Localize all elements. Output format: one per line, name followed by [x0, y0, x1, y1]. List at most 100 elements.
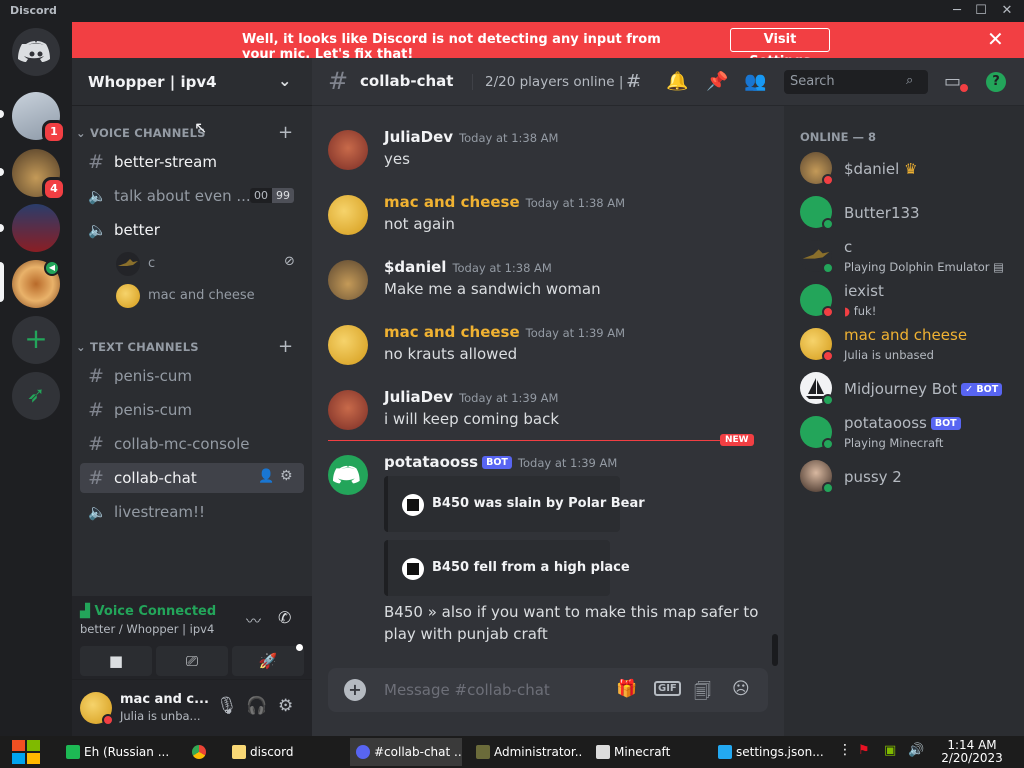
user-custom-status: Julia is unba...	[120, 709, 201, 723]
channel-collab-mc-console[interactable]: # collab-mc-console	[80, 429, 304, 459]
member-item[interactable]: Butter133	[800, 192, 1016, 234]
deafened-icon: ⊘	[284, 254, 295, 269]
add-server-icon[interactable]: +	[12, 316, 60, 364]
invite-icon[interactable]: 👤	[258, 469, 274, 484]
member-item[interactable]: c Playing Dolphin Emulator ▤	[800, 236, 1016, 278]
member-item[interactable]: $daniel ♛	[800, 148, 1016, 190]
voice-location[interactable]: better / Whopper | ipv4	[80, 622, 214, 636]
member-item[interactable]: pussy 2	[800, 456, 1016, 498]
avatar[interactable]	[328, 325, 368, 365]
windows-start-icon[interactable]	[10, 738, 42, 766]
gif-icon[interactable]: GIF	[654, 681, 681, 696]
message-author[interactable]: mac and cheese Today at 1:38 AM	[384, 193, 625, 211]
member-activity: Playing Dolphin Emulator ▤	[844, 260, 1004, 274]
close-banner-icon[interactable]: ✕	[987, 28, 1004, 50]
emoji-icon[interactable]: ☹	[732, 679, 750, 699]
channel-livestream[interactable]: 🔈 livestream!!	[80, 497, 304, 527]
volume-icon[interactable]: 🔊	[908, 743, 924, 758]
taskbar-item-explorer[interactable]: discord	[226, 738, 344, 766]
minimize-icon[interactable]: ─	[946, 2, 968, 20]
network-icon[interactable]: ▣	[884, 743, 896, 758]
server-icon-3[interactable]	[12, 204, 60, 252]
maximize-icon[interactable]: ☐	[970, 2, 992, 20]
member-item[interactable]: iexist ◗ fuk!	[800, 280, 1016, 322]
noise-suppression-icon[interactable]: 〰	[246, 610, 261, 631]
author-name: potataooss	[384, 453, 479, 471]
taskbar-item-chrome[interactable]	[186, 738, 220, 766]
gear-icon[interactable]: ⚙	[280, 468, 293, 484]
taskbar-item-spotify[interactable]: Eh (Russian ...	[60, 738, 176, 766]
home-button[interactable]	[12, 28, 60, 76]
sticker-icon[interactable]: 🗐	[694, 679, 711, 708]
help-icon[interactable]: ?	[986, 72, 1006, 92]
visit-settings-button[interactable]: Visit Settings	[730, 28, 830, 69]
explore-compass-icon[interactable]: ➶	[12, 372, 60, 420]
add-channel-icon[interactable]: +	[278, 122, 293, 143]
taskbar-clock[interactable]: 1:14 AM 2/20/2023	[936, 739, 1008, 765]
channel-talk-about[interactable]: 🔈 talk about even ... 00 99	[80, 181, 304, 211]
message-author[interactable]: mac and cheese Today at 1:39 AM	[384, 323, 625, 341]
overflow-menu-icon[interactable]: ⋮	[838, 742, 852, 758]
avatar[interactable]	[328, 195, 368, 235]
screen-share-button[interactable]: ⎚	[156, 646, 228, 676]
message-text: Make me a sandwich woman	[384, 280, 601, 298]
channel-penis-cum-2[interactable]: # penis-cum	[80, 395, 304, 425]
taskbar-item-discord[interactable]: #collab-chat ...	[350, 738, 462, 766]
message-author[interactable]: $daniel Today at 1:38 AM	[384, 258, 552, 276]
add-attachment-icon[interactable]: +	[344, 679, 366, 701]
video-button[interactable]: ■	[80, 646, 152, 676]
member-item[interactable]: potataooss BOT Playing Minecraft	[800, 412, 1016, 454]
message: mac and cheese Today at 1:39 AM no krauts…	[328, 323, 768, 367]
voice-user-mac-and-cheese[interactable]: mac and cheese	[116, 282, 304, 310]
message-author[interactable]: JuliaDev Today at 1:39 AM	[384, 388, 558, 406]
activity-button[interactable]: 🚀	[232, 646, 304, 676]
category-voice[interactable]: ⌄ VOICE CHANNELS	[76, 126, 206, 140]
channel-label: talk about even ...	[114, 187, 251, 205]
gift-icon[interactable]: 🎁	[616, 679, 637, 699]
message-text: i will keep coming back	[384, 410, 560, 428]
microphone-icon[interactable]: 🎙	[216, 696, 238, 716]
gear-icon[interactable]: ⚙	[278, 696, 293, 716]
scrollbar-thumb[interactable]	[772, 634, 778, 666]
bell-icon[interactable]: 🔔	[666, 71, 688, 92]
channel-better-stream[interactable]: # better-stream	[80, 147, 304, 177]
member-name: iexist	[844, 282, 884, 300]
activity-label: Playing Dolphin Emulator	[844, 260, 990, 274]
dnd-status-icon	[822, 306, 834, 318]
minecraft-icon	[596, 745, 610, 759]
guild-header[interactable]: Whopper | ipv4 ⌄	[72, 58, 312, 106]
taskbar-item-vscode[interactable]: settings.json...	[712, 738, 826, 766]
search-input[interactable]: Search ⌕	[784, 70, 928, 94]
disconnect-icon[interactable]: ✆	[278, 608, 291, 627]
online-status-icon	[822, 218, 834, 230]
category-text[interactable]: ⌄ TEXT CHANNELS	[76, 340, 199, 354]
voice-user-c[interactable]: c ⊘	[116, 250, 304, 278]
member-item[interactable]: mac and cheese Julia is unbased	[800, 324, 1016, 366]
headphones-icon[interactable]: 🎧	[246, 696, 267, 716]
channel-topic[interactable]: 2/20 players online | ...	[472, 74, 641, 90]
message-author[interactable]: potataooss BOT Today at 1:39 AM	[384, 453, 617, 471]
author-name: JuliaDev	[384, 128, 454, 146]
close-window-icon[interactable]: ✕	[996, 2, 1018, 20]
flag-icon[interactable]: ⚑	[858, 743, 870, 758]
spotify-icon	[66, 745, 80, 759]
threads-icon[interactable]: #	[626, 71, 641, 92]
channel-penis-cum[interactable]: # penis-cum	[80, 361, 304, 391]
add-channel-icon[interactable]: +	[278, 336, 293, 357]
pin-icon[interactable]: 📌	[706, 71, 728, 92]
taskbar-item-admin[interactable]: Administrator...	[470, 738, 582, 766]
message-author[interactable]: JuliaDev Today at 1:38 AM	[384, 128, 558, 146]
member-name-label: $daniel	[844, 160, 900, 178]
channel-collab-chat[interactable]: # collab-chat 👤 ⚙	[80, 463, 304, 493]
channel-better[interactable]: 🔈 better	[80, 215, 304, 245]
message-composer[interactable]: + Message #collab-chat 🎁 GIF 🗐 ☹	[328, 668, 768, 712]
avatar[interactable]	[328, 260, 368, 300]
dnd-status-icon	[822, 350, 834, 362]
avatar[interactable]	[328, 390, 368, 430]
avatar[interactable]	[328, 130, 368, 170]
member-item[interactable]: Midjourney Bot ✓ BOT	[800, 368, 1016, 410]
taskbar-item-minecraft[interactable]: Minecraft	[590, 738, 702, 766]
member-list-icon[interactable]: 👥	[744, 71, 766, 92]
inbox-icon[interactable]: ▭	[944, 71, 961, 92]
avatar[interactable]	[328, 455, 368, 495]
